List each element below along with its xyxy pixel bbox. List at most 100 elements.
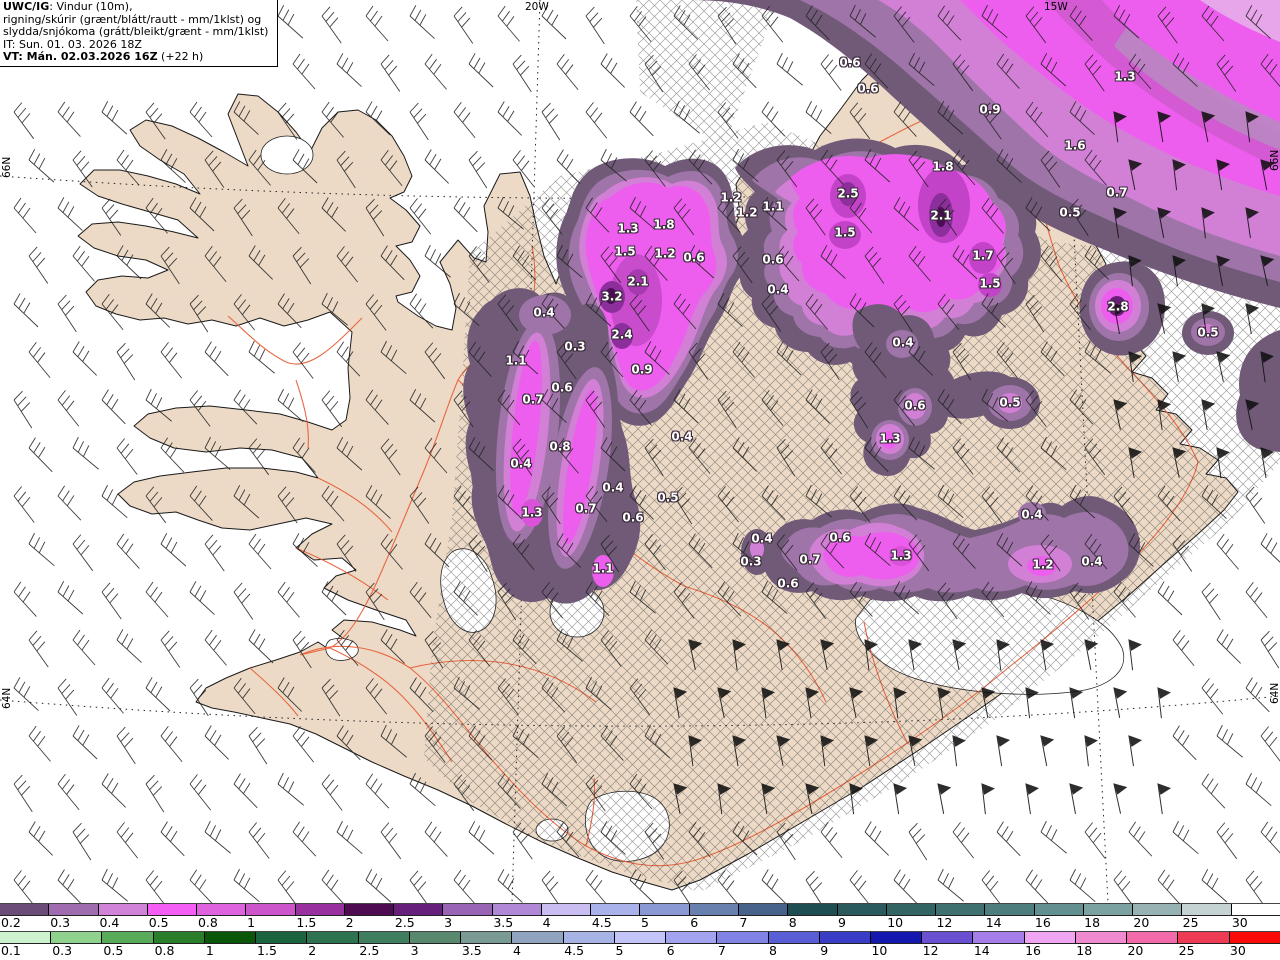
scale-segment (921, 932, 973, 943)
scale-label: 10 (887, 915, 904, 930)
scale-segment (408, 932, 461, 943)
scale-segment (357, 932, 409, 943)
value-label: 1.3 (1114, 69, 1136, 84)
scale-segment (665, 932, 717, 943)
value-label: 0.8 (549, 439, 571, 454)
scale-segment (613, 932, 666, 943)
scale-label: 3.5 (493, 915, 514, 930)
scale-label: 2 (308, 943, 317, 958)
scale-segment (818, 932, 870, 943)
scale-segment (1132, 904, 1182, 915)
value-label: 0.5 (1197, 325, 1219, 340)
scale-label: 25 (1182, 915, 1199, 930)
value-label: 1.5 (979, 276, 1001, 291)
scale-segment (885, 904, 936, 915)
value-label: 0.4 (1081, 554, 1103, 569)
scale-label: 7 (717, 943, 726, 958)
value-label: 0.5 (999, 395, 1021, 410)
scale-label: 4.5 (591, 915, 612, 930)
scale-label: 0.4 (99, 915, 120, 930)
scale-segment (1177, 932, 1229, 943)
scale-segment (590, 904, 640, 915)
value-label: 3.2 (601, 289, 623, 304)
scale-label: 3.5 (461, 943, 482, 958)
value-label: 0.6 (683, 250, 705, 265)
value-label: 0.6 (839, 55, 861, 70)
scale-segment (442, 904, 492, 915)
scale-label: 20 (1133, 915, 1150, 930)
scale-segment (935, 904, 985, 915)
scale-segment (203, 932, 256, 943)
scale-label: 1 (247, 915, 256, 930)
value-label: 0.7 (522, 392, 544, 407)
scale-label: 4 (513, 943, 521, 958)
scale-segment (562, 932, 614, 943)
value-label: 0.4 (602, 480, 624, 495)
scale-segment (1228, 932, 1280, 943)
scale-segment (836, 904, 886, 915)
scale-label: 25 (1178, 943, 1195, 958)
scale-label: 2.5 (359, 943, 380, 958)
scale-segment (767, 932, 819, 943)
scale-label: 1 (205, 943, 214, 958)
scale-segment (48, 904, 98, 915)
value-label: 0.6 (857, 81, 879, 96)
weather-map: 0.6 0.6 0.9 1.3 1.6 0.7 0.5 1.8 2.1 2.5 1.5 1.7 1.5 1… (0, 0, 1280, 903)
value-label: 0.3 (564, 339, 586, 354)
scale-segment (1033, 904, 1083, 915)
scale-segment (0, 904, 49, 915)
scale-label: 14 (973, 943, 990, 958)
scale-label: 0.1 (1, 943, 21, 958)
info-line: slydda/snjókoma (grátt/bleikt/grænt - mm… (3, 25, 269, 39)
scale-label: 16 (1025, 943, 1041, 958)
value-label: 1.3 (879, 431, 901, 446)
value-label: 1.1 (505, 353, 527, 368)
scale-segment (1230, 904, 1280, 915)
scale-label: 18 (1076, 943, 1093, 958)
scale-segment (101, 932, 153, 943)
value-label: 1.3 (890, 548, 912, 563)
scale-segment (146, 904, 197, 915)
scale-label: 0.5 (148, 915, 169, 930)
scale-segment (196, 904, 246, 915)
scale-segment (50, 932, 102, 943)
value-label: 1.8 (932, 159, 954, 174)
value-label: 2.1 (627, 274, 649, 289)
scale-segment (255, 932, 307, 943)
scale-segment (343, 904, 394, 915)
scale-label: 18 (1084, 915, 1101, 930)
value-label: 1.1 (592, 561, 614, 576)
scale-segment (460, 932, 512, 943)
value-label: 1.3 (617, 221, 639, 236)
value-label: 0.6 (762, 252, 784, 267)
scale-label: 10 (871, 943, 888, 958)
value-label: 0.7 (799, 552, 821, 567)
value-label: 0.4 (751, 531, 773, 546)
map-canvas (0, 0, 1280, 903)
info-line: VT: Mán. 02.03.2026 16Z (+22 h) (3, 50, 204, 64)
graticule-label: 20W (525, 1, 549, 13)
scale-label: 4 (542, 915, 551, 930)
value-label: 0.6 (904, 398, 926, 413)
scale-label: 0.5 (103, 943, 124, 958)
scale-label: 12 (936, 915, 953, 930)
scale-segment (306, 932, 358, 943)
info-box: UWC/IG: Vindur (10m), rigning/skúrir (græ… (0, 0, 278, 67)
scale-segment (869, 932, 922, 943)
value-label: 1.7 (972, 248, 994, 263)
scale-label: 14 (985, 915, 1002, 930)
value-label: 1.1 (762, 199, 784, 214)
value-label: 1.2 (720, 190, 742, 205)
value-label: 1.2 (736, 205, 758, 220)
scale-label: 0.3 (50, 915, 71, 930)
graticule-label: 64N (1269, 682, 1280, 704)
value-label: 0.7 (1106, 185, 1128, 200)
value-label: 0.5 (1059, 205, 1081, 220)
value-label: 0.6 (829, 530, 851, 545)
value-label: 0.6 (622, 510, 644, 525)
value-label: 0.3 (740, 554, 762, 569)
value-label: 0.4 (671, 429, 693, 444)
value-label: 2.4 (611, 327, 633, 342)
value-label: 1.5 (614, 244, 636, 259)
value-label: 0.4 (1021, 507, 1043, 522)
